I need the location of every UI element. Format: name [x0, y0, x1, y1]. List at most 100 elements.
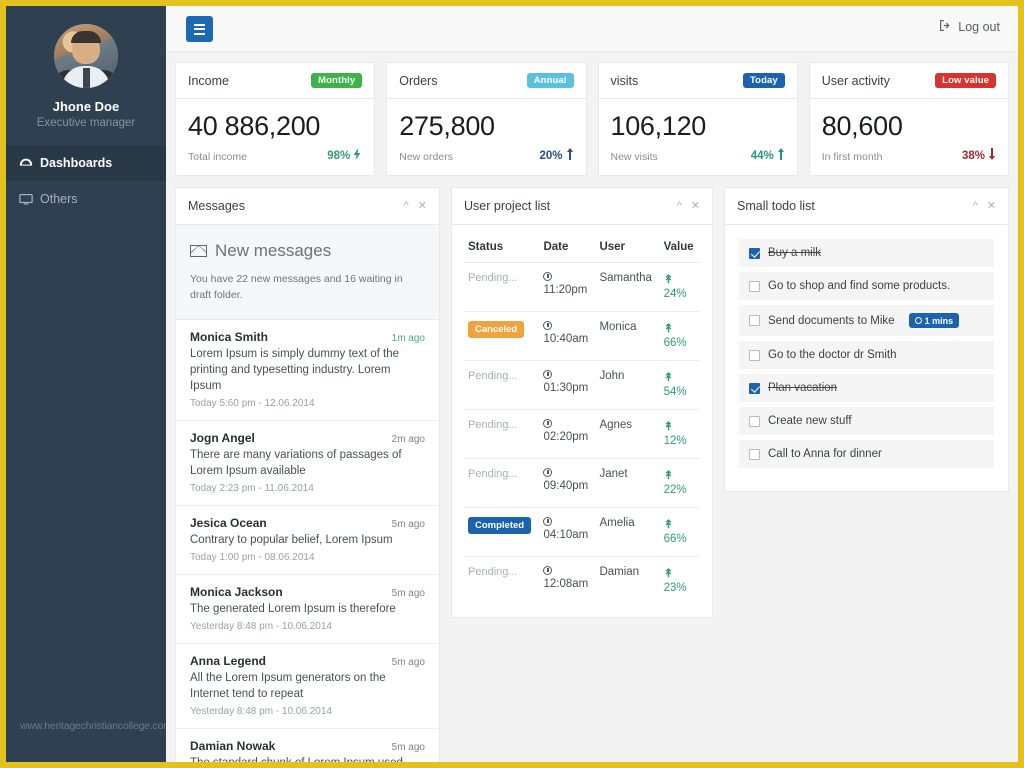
column-header: Value: [659, 233, 700, 263]
message-sender: Monica Jackson: [190, 585, 283, 599]
list-item[interactable]: Jesica Ocean 5m ago Contrary to popular …: [176, 506, 439, 575]
arrow-up-icon: ↟: [663, 519, 674, 531]
hamburger-icon[interactable]: [186, 16, 213, 42]
profile-name: Jhone Doe: [52, 99, 120, 114]
table-row[interactable]: Pending... 02:20pm Agnes ↟ 12%: [464, 409, 700, 459]
status-badge: Monthly: [311, 73, 363, 88]
list-item[interactable]: Call to Anna for dinner: [739, 440, 994, 468]
profile-role: Executive manager: [36, 117, 136, 129]
stat-label: Total income: [188, 151, 247, 163]
message-body: The standard chunk of Lorem Ipsum used: [190, 757, 403, 768]
chevron-up-icon[interactable]: ^: [973, 201, 978, 212]
table-row[interactable]: Canceled 10:40am Monica ↟ 66%: [464, 311, 700, 361]
row-time: 04:10am: [543, 529, 589, 541]
list-item[interactable]: Monica Smith 1m ago Lorem Ipsum is simpl…: [176, 320, 439, 421]
table-row[interactable]: Pending... 11:20pm Samantha ↟ 24%: [464, 262, 700, 312]
new-messages-subtitle: You have 22 new messages and 16 waiting …: [190, 273, 403, 301]
table-header-row: Status Date User Value: [464, 233, 700, 263]
stat-delta-value: 44%: [750, 149, 774, 162]
list-item[interactable]: Monica Jackson 5m ago The generated Lore…: [176, 575, 439, 644]
main-content: Income Monthly 40 886,200 Total income 9…: [166, 52, 1018, 762]
row-user: Damian: [599, 566, 640, 578]
sidebar-profile[interactable]: Jhone Doe Executive manager: [6, 6, 166, 145]
column-header: Date: [539, 233, 596, 263]
list-item[interactable]: Anna Legend 5m ago All the Lorem Ipsum g…: [176, 644, 439, 729]
dashboard-icon: [19, 156, 33, 170]
todo-checkbox[interactable]: [749, 247, 760, 259]
message-time-ago: 2m ago: [391, 434, 425, 445]
panels-row: Messages ^ ✕ New messages You have 22 ne…: [175, 187, 1009, 768]
list-item[interactable]: Jogn Angel 2m ago There are many variati…: [176, 421, 439, 506]
todo-label: Buy a milk: [768, 247, 822, 259]
list-item[interactable]: Create new stuff: [739, 407, 994, 435]
list-item[interactable]: Plan vacation: [739, 374, 994, 402]
status-text: Pending...: [468, 566, 518, 578]
list-item[interactable]: Damian Nowak 5m ago The standard chunk o…: [176, 729, 439, 768]
app-frame: Jhone Doe Executive manager Dashboards O…: [0, 0, 1024, 768]
row-time: 10:40am: [543, 333, 589, 345]
row-value: 24%: [663, 288, 687, 300]
stat-delta-value: 98%: [327, 149, 351, 162]
stat-label: In first month: [821, 151, 883, 163]
row-value: 66%: [663, 533, 687, 545]
row-value: 66%: [663, 337, 687, 349]
todo-checkbox[interactable]: [749, 315, 760, 326]
clock-icon: [543, 272, 553, 281]
list-item[interactable]: Go to the doctor dr Smith: [739, 341, 994, 369]
column-header: User: [595, 233, 660, 263]
right-column: Small todo list ^ ✕ Buy a milk Go to sho…: [724, 187, 1009, 492]
message-date: Today 1:00 pm - 08.06.2014: [190, 552, 315, 563]
arrow-up-icon: ↟: [663, 421, 674, 433]
row-user: Amelia: [595, 507, 660, 557]
sidebar-item-others[interactable]: Others: [6, 181, 166, 217]
message-time-ago: 5m ago: [391, 588, 425, 599]
todo-checkbox[interactable]: [749, 415, 760, 427]
table-row[interactable]: Pending... 09:40pm Janet ↟ 22%: [464, 458, 700, 508]
project-table: Status Date User Value Pending... 11:20p…: [464, 233, 700, 605]
list-item[interactable]: Send documents to Mike 1 mins: [739, 305, 994, 336]
close-icon[interactable]: ✕: [418, 201, 427, 212]
arrow-down-icon: [988, 148, 996, 163]
chevron-up-icon[interactable]: ^: [404, 201, 409, 212]
close-icon[interactable]: ✕: [987, 201, 996, 212]
stat-value: 106,120: [610, 111, 707, 141]
todo-badge-label: 1 mins: [924, 315, 954, 326]
monitor-icon: [19, 192, 33, 206]
clock-icon: [543, 419, 553, 428]
stat-cards: Income Monthly 40 886,200 Total income 9…: [175, 62, 1009, 176]
sidebar-item-label: Dashboards: [40, 156, 113, 170]
message-time-ago: 1m ago: [391, 333, 425, 344]
arrow-up-icon: ↟: [663, 274, 674, 286]
close-icon[interactable]: ✕: [691, 201, 700, 212]
row-value: 54%: [663, 386, 687, 398]
table-row[interactable]: Pending... 12:08am Damian ↟ 23%: [464, 557, 700, 606]
arrow-up-icon: ↟: [663, 568, 674, 580]
logout-button[interactable]: Log out: [939, 19, 1000, 35]
todo-checkbox[interactable]: [749, 280, 760, 292]
stat-card-income: Income Monthly 40 886,200 Total income 9…: [175, 62, 376, 176]
stat-title: Orders: [399, 73, 438, 88]
message-time-ago: 5m ago: [391, 657, 425, 668]
watermark: www.heritagechristiancollege.com: [20, 720, 172, 732]
todo-checkbox[interactable]: [749, 382, 760, 394]
todo-checkbox[interactable]: [749, 349, 760, 361]
row-time: 01:30pm: [543, 382, 589, 394]
sidebar-item-dashboards[interactable]: Dashboards: [6, 145, 166, 181]
table-row[interactable]: Completed 04:10am Amelia ↟ 66%: [464, 507, 700, 557]
chevron-up-icon[interactable]: ^: [677, 201, 682, 212]
message-sender: Damian Nowak: [190, 739, 276, 753]
message-date: Today 5:60 pm - 12.06.2014: [190, 398, 315, 409]
middle-column: User project list ^ ✕ Status Date User V…: [451, 187, 713, 618]
message-date: Yesterday 8:48 pm - 10.06.2014: [190, 621, 332, 632]
sidebar-item-label: Others: [40, 192, 78, 206]
row-user: Samantha: [595, 262, 660, 312]
status-badge: Completed: [468, 517, 532, 534]
table-row[interactable]: Pending... 01:30pm John ↟ 54%: [464, 360, 700, 410]
status-badge: Today: [742, 73, 785, 88]
message-body: All the Lorem Ipsum generators on the In…: [190, 672, 386, 700]
list-item[interactable]: Buy a milk: [739, 239, 994, 267]
list-item[interactable]: Go to shop and find some products.: [739, 272, 994, 300]
stat-delta: 20%: [539, 148, 573, 163]
stat-value: 40 886,200: [188, 111, 321, 141]
todo-checkbox[interactable]: [749, 448, 760, 460]
